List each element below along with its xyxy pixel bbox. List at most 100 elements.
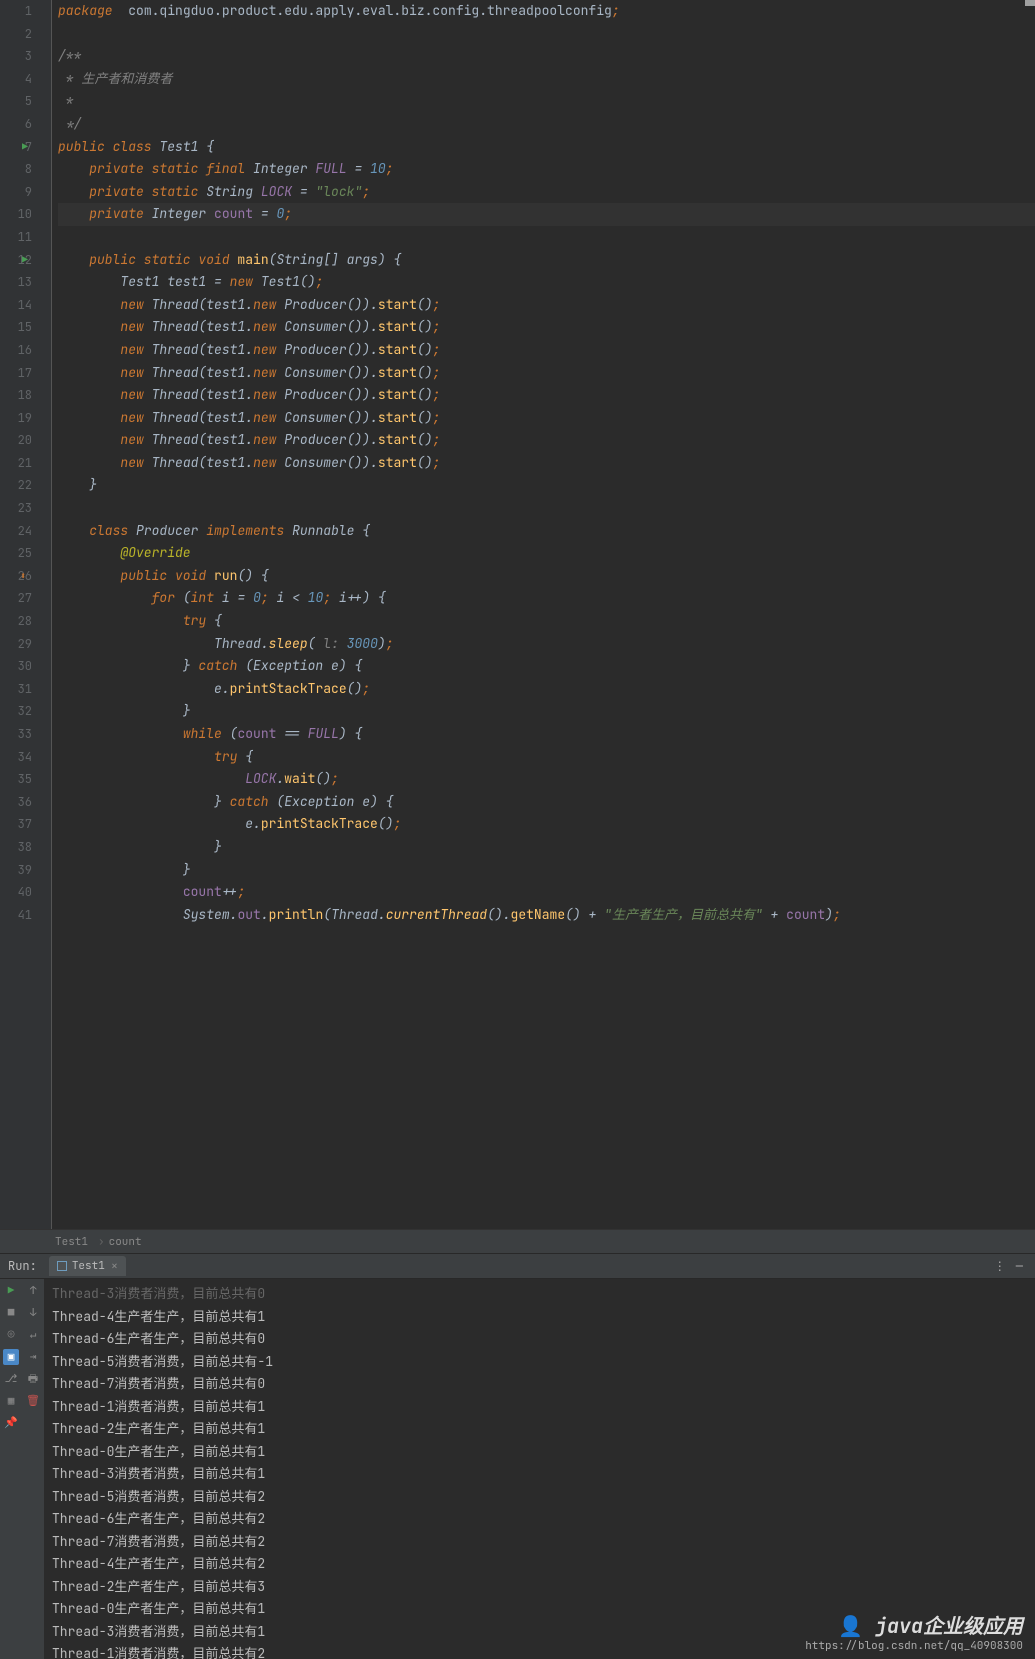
breadcrumb-field[interactable]: count [109, 1235, 142, 1249]
code-line[interactable]: } catch (Exception e) { [58, 655, 1035, 678]
run-tab-name: Test1 [72, 1259, 105, 1273]
code-line[interactable]: } [58, 474, 1035, 497]
line-number: 10 [0, 203, 32, 226]
line-number: 18 [0, 384, 32, 407]
more-options-icon[interactable]: ⋮ [988, 1258, 1012, 1274]
code-line[interactable] [58, 497, 1035, 520]
code-line[interactable]: new Thread(test1.new Consumer()).start()… [58, 362, 1035, 385]
up-icon[interactable]: ↑ [25, 1283, 41, 1299]
stop-icon[interactable]: ■ [3, 1305, 19, 1321]
pin-icon[interactable]: 📌 [3, 1415, 19, 1431]
line-number: 30 [0, 655, 32, 678]
code-line[interactable]: count++; [58, 881, 1035, 904]
code-line[interactable]: new Thread(test1.new Consumer()).start()… [58, 452, 1035, 475]
code-line[interactable]: @Override [58, 542, 1035, 565]
code-line[interactable]: private static final Integer FULL = 10; [58, 158, 1035, 181]
line-number: 3 [0, 45, 32, 68]
code-line[interactable]: LOCK.wait(); [58, 768, 1035, 791]
console-line: Thread-5消费者消费，目前总共有2 [52, 1486, 1027, 1509]
code-line[interactable]: * [58, 90, 1035, 113]
print-icon[interactable]: 🖶 [25, 1371, 41, 1387]
scroll-end-icon[interactable]: ⇥ [25, 1349, 41, 1365]
code-line[interactable]: } [58, 859, 1035, 882]
code-line[interactable]: public void run() { [58, 565, 1035, 588]
line-number: 29 [0, 633, 32, 656]
line-number: 14 [0, 294, 32, 317]
code-line[interactable]: for (int i = 0; i < 10; i++) { [58, 587, 1035, 610]
console-line: Thread-3消费者消费，目前总共有0 [52, 1283, 1027, 1306]
line-number: 20 [0, 429, 32, 452]
line-number: 40 [0, 881, 32, 904]
override-gutter-icon[interactable]: ⬍ [20, 565, 26, 588]
line-number: 11 [0, 226, 32, 249]
line-number: 9 [0, 181, 32, 204]
code-line[interactable]: public static void main(String[] args) { [58, 249, 1035, 272]
watermark-title: java企业级应用 [875, 1613, 1023, 1639]
code-line[interactable]: try { [58, 610, 1035, 633]
editor-area: 1234567▶89101112▶13141516171819202122232… [0, 0, 1035, 1229]
console-line: Thread-4生产者生产，目前总共有2 [52, 1553, 1027, 1576]
minimize-icon[interactable]: — [1012, 1258, 1027, 1274]
code-line[interactable]: package com.qingduo.product.edu.apply.ev… [58, 0, 1035, 23]
code-line[interactable]: } [58, 700, 1035, 723]
exit-icon[interactable]: ▣ [3, 1349, 19, 1365]
code-line[interactable]: System.out.println(Thread.currentThread(… [58, 904, 1035, 927]
fold-column [40, 0, 52, 1229]
layout-icon[interactable]: ▦ [3, 1393, 19, 1409]
breadcrumb: Test1 › count [0, 1229, 1035, 1253]
code-line[interactable]: e.printStackTrace(); [58, 813, 1035, 836]
code-line[interactable]: try { [58, 746, 1035, 769]
attach-icon[interactable]: ⎇ [3, 1371, 19, 1387]
code-editor[interactable]: package com.qingduo.product.edu.apply.ev… [52, 0, 1035, 1229]
code-line[interactable]: * 生产者和消费者 [58, 68, 1035, 91]
down-icon[interactable]: ↓ [25, 1305, 41, 1321]
code-line[interactable]: private static String LOCK = "lock"; [58, 181, 1035, 204]
code-line[interactable]: */ [58, 113, 1035, 136]
code-line[interactable]: } [58, 836, 1035, 859]
line-number: 37 [0, 813, 32, 836]
code-line[interactable]: class Producer implements Runnable { [58, 520, 1035, 543]
code-line[interactable]: new Thread(test1.new Producer()).start()… [58, 429, 1035, 452]
code-line[interactable]: new Thread(test1.new Consumer()).start()… [58, 407, 1035, 430]
console-line: Thread-6生产者生产，目前总共有0 [52, 1328, 1027, 1351]
run-toolbar-left: ▶ ■ ◎ ▣ ⎇ ▦ 📌 [0, 1279, 22, 1659]
line-number: 16 [0, 339, 32, 362]
soft-wrap-icon[interactable]: ↵ [25, 1327, 41, 1343]
close-tab-icon[interactable]: × [111, 1258, 118, 1274]
code-line[interactable] [58, 23, 1035, 46]
breadcrumb-class[interactable]: Test1 [55, 1235, 88, 1249]
line-number: 2 [0, 23, 32, 46]
code-line[interactable]: Test1 test1 = new Test1(); [58, 271, 1035, 294]
line-number: 7▶ [0, 136, 32, 159]
line-number: 6 [0, 113, 32, 136]
code-line[interactable]: new Thread(test1.new Producer()).start()… [58, 339, 1035, 362]
line-number: 33 [0, 723, 32, 746]
watermark: 👤 java企业级应用 https://blog.csdn.net/qq_409… [805, 1610, 1023, 1653]
code-line[interactable]: public class Test1 { [58, 136, 1035, 159]
scrollbar-thumb[interactable] [1025, 0, 1035, 6]
line-number: 26⬍ [0, 565, 32, 588]
run-gutter-icon[interactable]: ▶ [22, 249, 28, 272]
console-area: ▶ ■ ◎ ▣ ⎇ ▦ 📌 ↑ ↓ ↵ ⇥ 🖶 🗑 Thread-3消费者消费，… [0, 1279, 1035, 1659]
code-line[interactable]: new Thread(test1.new Producer()).start()… [58, 384, 1035, 407]
dump-threads-icon[interactable]: ◎ [3, 1327, 19, 1343]
clear-icon[interactable]: 🗑 [25, 1393, 41, 1409]
console-output[interactable]: Thread-3消费者消费，目前总共有0Thread-4生产者生产，目前总共有1… [44, 1279, 1035, 1659]
line-number: 13 [0, 271, 32, 294]
run-tab[interactable]: Test1 × [49, 1256, 126, 1276]
code-line[interactable]: new Thread(test1.new Consumer()).start()… [58, 316, 1035, 339]
run-gutter-icon[interactable]: ▶ [22, 136, 28, 159]
rerun-icon[interactable]: ▶ [3, 1283, 19, 1299]
code-line[interactable]: Thread.sleep( l: 3000); [58, 633, 1035, 656]
code-line[interactable]: } catch (Exception e) { [58, 791, 1035, 814]
line-number: 35 [0, 768, 32, 791]
code-line[interactable]: while (count == FULL) { [58, 723, 1035, 746]
code-line[interactable]: new Thread(test1.new Producer()).start()… [58, 294, 1035, 317]
line-number: 39 [0, 859, 32, 882]
console-line: Thread-1消费者消费，目前总共有1 [52, 1396, 1027, 1419]
code-line[interactable]: private Integer count = 0; [58, 203, 1035, 226]
code-line[interactable] [58, 226, 1035, 249]
code-line[interactable]: e.printStackTrace(); [58, 678, 1035, 701]
code-line[interactable]: /** [58, 45, 1035, 68]
run-label: Run: [8, 1258, 37, 1274]
